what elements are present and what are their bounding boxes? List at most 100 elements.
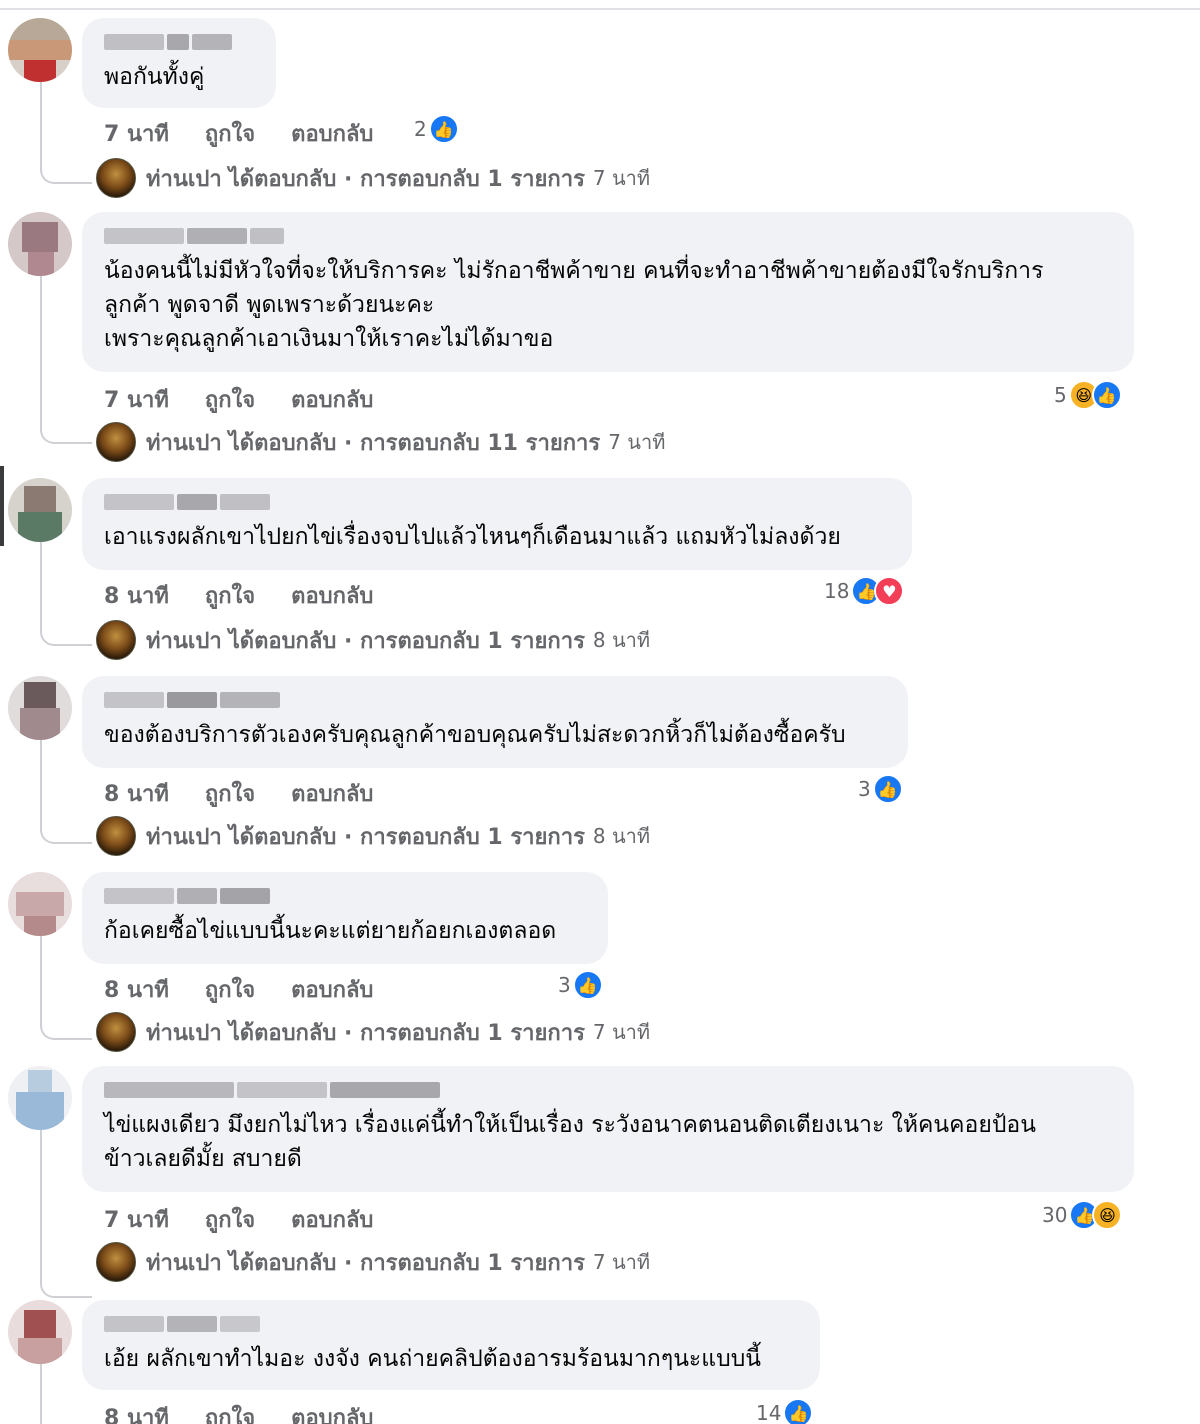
blurred-username[interactable] [104,888,586,904]
reaction-summary[interactable]: 3 👍 [558,970,603,1000]
top-divider [0,0,1200,10]
comment-text: เอ้ย ผลักเขาทำไมอะ งงจัง คนถ่ายคลิปต้องอ… [104,1346,762,1372]
comment-actions: 8 นาที ถูกใจ ตอบกลับ [104,578,373,613]
reaction-summary[interactable]: 18 👍 ♥ [824,576,905,606]
reply-author: ท่านเปา [146,1250,222,1276]
comment-text: ของต้องบริการตัวเองครับคุณลูกค้าขอบคุณคร… [104,722,846,748]
reply-summary: ได้ตอบกลับ · การตอบกลับ 1 รายการ [228,1250,585,1276]
reaction-summary[interactable]: 30 👍 😆 [1042,1200,1123,1230]
reply-time: 7 นาที [608,430,666,454]
comment-bubble: เอาแรงผลักเขาไปยกไข่เรื่องจบไปแล้วไหนๆก็… [82,478,912,570]
laughing-face-icon: 😆 [1092,1200,1123,1230]
commenter-avatar[interactable] [8,872,72,936]
commenter-avatar[interactable] [8,212,72,276]
reaction-summary[interactable]: 3 👍 [858,774,903,804]
reply-avatar [96,422,136,462]
reaction-summary[interactable]: 5 😆 👍 [1054,380,1122,410]
reaction-count: 30 [1042,1203,1068,1227]
replies-link[interactable]: ท่านเปา ได้ตอบกลับ · การตอบกลับ 1 รายการ… [96,816,650,856]
like-button[interactable]: ถูกใจ [205,776,255,811]
like-button[interactable]: ถูกใจ [205,116,255,151]
reply-author: ท่านเปา [146,166,222,192]
reply-time: 8 นาที [592,824,651,848]
reply-time: 7 นาที [592,1020,651,1044]
reply-author: ท่านเปา [146,1020,222,1046]
reply-time: 8 นาที [592,628,651,652]
reply-avatar [96,620,136,660]
replies-link[interactable]: ท่านเปา ได้ตอบกลับ · การตอบกลับ 11 รายกา… [96,422,665,462]
replies-link[interactable]: ท่านเปา ได้ตอบกลับ · การตอบกลับ 1 รายการ… [96,1012,650,1052]
comment-bubble: ไข่แผงเดียว มึงยกไม่ไหว เรื่องแค่นี้ทำให… [82,1066,1134,1192]
reaction-count: 18 [824,579,850,603]
reply-button[interactable]: ตอบกลับ [291,382,373,417]
reply-button[interactable]: ตอบกลับ [291,776,373,811]
reply-button[interactable]: ตอบกลับ [291,1202,373,1237]
blurred-username[interactable] [104,692,886,708]
thumbs-up-icon: 👍 [1091,380,1122,410]
comment-actions: 8 นาที ถูกใจ ตอบกลับ [104,776,373,811]
like-button[interactable]: ถูกใจ [205,578,255,613]
blurred-username[interactable] [104,34,254,50]
reply-button[interactable]: ตอบกลับ [291,972,373,1007]
comment-actions: 7 นาที ถูกใจ ตอบกลับ [104,382,373,417]
reply-avatar [96,158,136,198]
reaction-summary[interactable]: 2 👍 [414,114,459,144]
comment-time[interactable]: 7 นาที [104,1202,169,1237]
reply-summary: ได้ตอบกลับ · การตอบกลับ 1 รายการ [228,166,585,192]
like-button[interactable]: ถูกใจ [205,382,255,417]
reply-button[interactable]: ตอบกลับ [291,578,373,613]
blurred-username[interactable] [104,494,890,510]
reaction-count: 2 [414,117,427,141]
comment-time[interactable]: 8 นาที [104,776,169,811]
comment-time[interactable]: 8 นาที [104,1400,169,1424]
like-button[interactable]: ถูกใจ [205,1400,255,1424]
comment-text: เอาแรงผลักเขาไปยกไข่เรื่องจบไปแล้วไหนๆก็… [104,524,841,550]
thumbs-up-icon: 👍 [428,114,459,144]
reply-author: ท่านเปา [146,430,222,456]
blurred-username[interactable] [104,1316,798,1332]
commenter-avatar[interactable] [8,478,72,542]
reply-avatar [96,816,136,856]
comment-text: ไข่แผงเดียว มึงยกไม่ไหว เรื่องแค่นี้ทำให… [104,1112,1036,1172]
comment-text: พอกันทั้งคู่ [104,64,205,90]
replies-link[interactable]: ท่านเปา ได้ตอบกลับ · การตอบกลับ 1 รายการ… [96,1242,650,1282]
comment-actions: 8 นาที ถูกใจ ตอบกลับ [104,972,373,1007]
comment-time[interactable]: 7 นาที [104,116,169,151]
blurred-username[interactable] [104,228,1112,244]
reply-author: ท่านเปา [146,628,222,654]
comment-actions: 7 นาที ถูกใจ ตอบกลับ [104,1202,373,1237]
reply-summary: ได้ตอบกลับ · การตอบกลับ 1 รายการ [228,628,585,654]
reply-summary: ได้ตอบกลับ · การตอบกลับ 1 รายการ [228,824,585,850]
like-button[interactable]: ถูกใจ [205,1202,255,1237]
thumbs-up-icon: 👍 [783,1398,814,1424]
comment-text: น้องคนนี้ไม่มีหัวใจที่จะให้บริการคะ ไม่ร… [104,258,1044,352]
reply-button[interactable]: ตอบกลับ [291,116,373,151]
reply-time: 7 นาที [592,166,651,190]
commenter-avatar[interactable] [8,1300,72,1364]
replies-link[interactable]: ท่านเปา ได้ตอบกลับ · การตอบกลับ 1 รายการ… [96,620,650,660]
reply-avatar [96,1012,136,1052]
thumbs-up-icon: 👍 [572,970,603,1000]
commenter-avatar[interactable] [8,676,72,740]
blurred-username[interactable] [104,1082,1112,1098]
reply-time: 7 นาที [592,1250,651,1274]
comment-bubble: ของต้องบริการตัวเองครับคุณลูกค้าขอบคุณคร… [82,676,908,768]
reaction-count: 3 [858,777,871,801]
reply-avatar [96,1242,136,1282]
comment-bubble: ก้อเคยซื้อไข่แบบนี้นะคะแต่ยายก้อยกเองตลอ… [82,872,608,964]
replies-link[interactable]: ท่านเปา ได้ตอบกลับ · การตอบกลับ 1 รายการ… [96,158,650,198]
comment-actions: 8 นาที ถูกใจ ตอบกลับ [104,1400,373,1424]
reaction-count: 14 [756,1401,782,1424]
reply-button[interactable]: ตอบกลับ [291,1400,373,1424]
reaction-count: 5 [1054,383,1067,407]
reply-summary: ได้ตอบกลับ · การตอบกลับ 1 รายการ [228,1020,585,1046]
reaction-summary[interactable]: 14 👍 [756,1398,814,1424]
commenter-avatar[interactable] [8,18,72,82]
like-button[interactable]: ถูกใจ [205,972,255,1007]
scroll-indicator [0,466,4,546]
comment-time[interactable]: 7 นาที [104,382,169,417]
commenter-avatar[interactable] [8,1066,72,1130]
comment-bubble: พอกันทั้งคู่ [82,18,276,108]
comment-time[interactable]: 8 นาที [104,972,169,1007]
comment-time[interactable]: 8 นาที [104,578,169,613]
